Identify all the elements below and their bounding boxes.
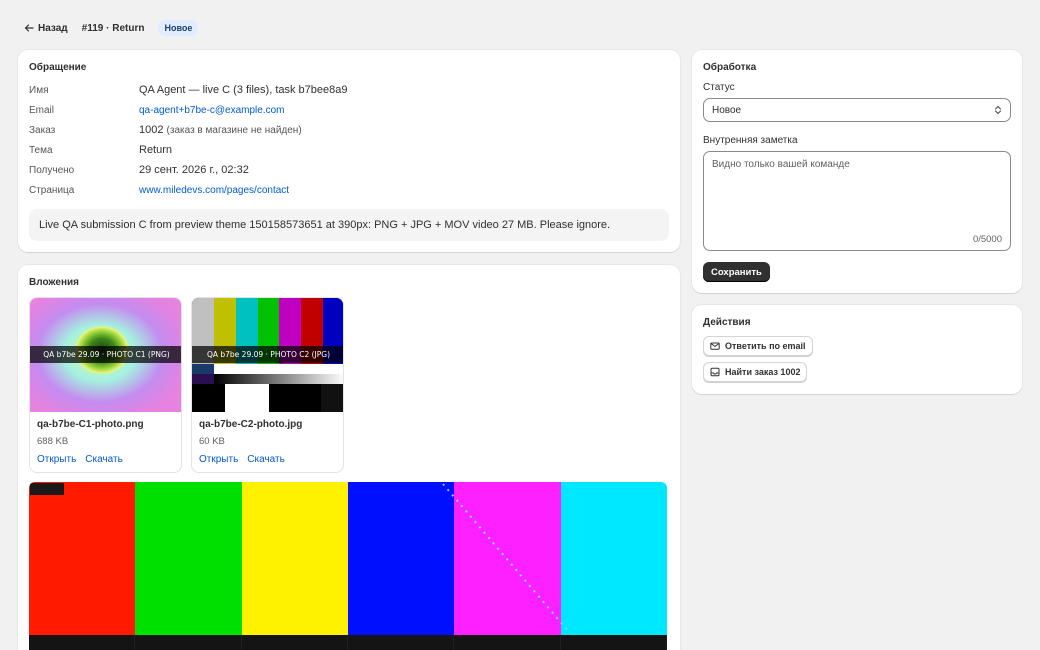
video-player[interactable] [29,482,667,650]
attachment-item: QA b7be 29.09 · PHOTO C1 (PNG) qa-b7be-C… [29,297,182,473]
arrow-left-icon [24,24,34,32]
order-note: (заказ в магазине не найден) [166,125,302,136]
video-dotted-line [442,483,570,633]
status-select[interactable]: Новое [703,98,1011,122]
reply-by-email-button[interactable]: Ответить по email [703,336,813,356]
inbox-icon [710,367,720,377]
field-value-received: 29 сент. 2026 г., 02:32 [139,164,249,176]
video-color-bar [135,482,242,635]
attachment-size: 60 KB [199,436,225,447]
open-link[interactable]: Открыть [37,454,76,465]
attachments-card: Вложения QA b7be 29.09 · PHOTO C1 (PNG) … [18,265,680,650]
processing-card: Обработка Статус Новое Внутренняя заметк… [692,50,1022,293]
email-link[interactable]: qa-agent+b7be-c@example.com [139,105,285,116]
video-timecode-overlay [30,483,64,495]
thumbnail-caption: QA b7be 29.09 · PHOTO C2 (JPG) [192,346,343,363]
field-label-email: Email [29,105,55,116]
note-character-counter: 0/5000 [972,234,1002,245]
request-details: Имя QA Agent — live C (3 files), task b7… [29,84,669,197]
internal-note-textarea[interactable]: Видно только вашей команде 0/5000 [703,151,1011,251]
page-link[interactable]: www.miledevs.com/pages/contact [139,185,289,196]
request-card: Обращение Имя QA Agent — live C (3 files… [18,50,680,252]
attachments-card-title: Вложения [29,277,79,288]
reply-by-email-label: Ответить по email [725,341,806,351]
envelope-icon [710,342,720,350]
note-label: Внутренняя заметка [703,135,798,146]
actions-card: Действия Ответить по email Найти заказ 1… [692,305,1022,394]
download-link[interactable]: Скачать [85,454,123,465]
attachment-name: qa-b7be-C1-photo.png [37,419,144,430]
find-order-button[interactable]: Найти заказ 1002 [703,362,808,382]
download-link[interactable]: Скачать [247,454,285,465]
field-label-page: Страница [29,185,75,196]
attachment-size: 688 KB [37,436,69,447]
actions-card-title: Действия [703,317,751,328]
field-value-name: QA Agent — live C (3 files), task b7bee8… [139,84,348,96]
find-order-label: Найти заказ 1002 [725,367,801,377]
video-color-bar [29,482,136,635]
video-color-bar [241,482,348,635]
field-label-order: Заказ [29,125,56,136]
order-number: 1002 [139,124,164,136]
status-badge: Новое [158,20,199,36]
field-label-subject: Тема [29,145,53,156]
processing-card-title: Обработка [703,62,757,73]
attachment-thumbnail-png[interactable]: QA b7be 29.09 · PHOTO C1 (PNG) [30,298,181,412]
attachments-grid: QA b7be 29.09 · PHOTO C1 (PNG) qa-b7be-C… [29,297,669,473]
field-label-received: Получено [29,165,75,176]
open-link[interactable]: Открыть [199,454,238,465]
attachment-thumbnail-jpg[interactable]: QA b7be 29.09 · PHOTO C2 (JPG) [192,298,343,412]
attachment-name: qa-b7be-C2-photo.jpg [199,419,303,430]
status-label: Статус [703,82,735,93]
page-title: #119 · Return [81,22,145,34]
request-card-title: Обращение [29,62,87,73]
field-label-name: Имя [29,85,49,96]
back-button[interactable]: Назад [24,23,68,34]
back-label: Назад [38,22,68,34]
note-placeholder: Видно только вашей команде [712,159,850,170]
chevron-up-down-icon [994,105,1002,115]
attachment-item: QA b7be 29.09 · PHOTO C2 (JPG) qa-b7be-C… [191,297,344,473]
field-value-subject: Return [139,144,173,156]
field-value-order: 1002 (заказ в магазине не найден) [139,124,669,137]
top-bar: Назад #119 · Return Новое [24,18,199,38]
video-bottom-strip [29,635,667,650]
save-button[interactable]: Сохранить [703,262,770,282]
thumbnail-caption: QA b7be 29.09 · PHOTO C1 (PNG) [30,346,181,363]
status-select-value: Новое [712,104,742,116]
message-box: Live QA submission C from preview theme … [29,209,669,241]
